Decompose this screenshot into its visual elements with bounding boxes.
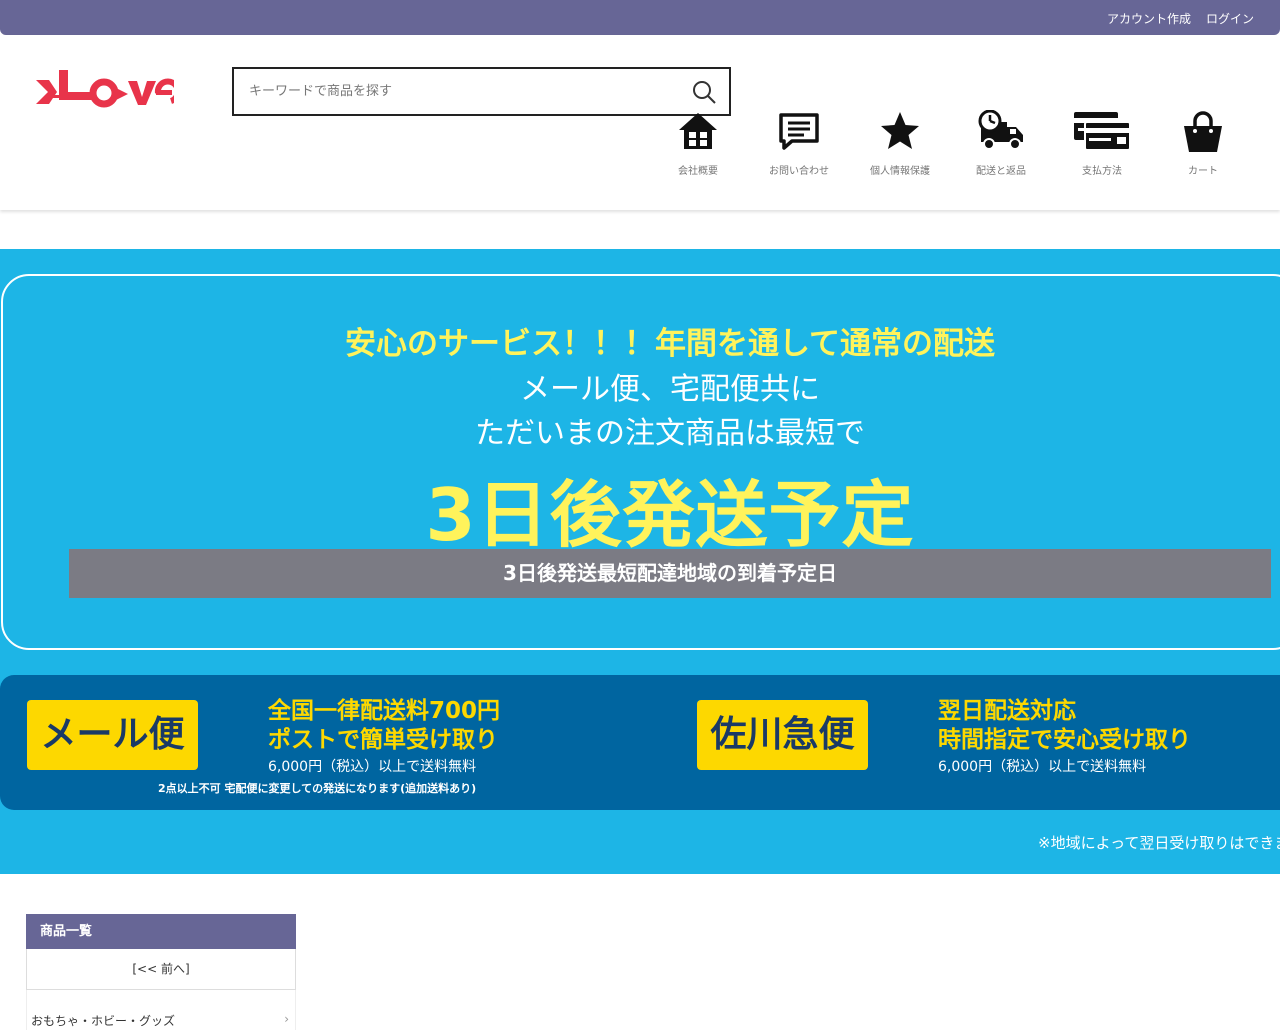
sidebar-prev-link[interactable]: [<< 前へ] bbox=[26, 949, 296, 990]
nav-contact[interactable]: お問い合わせ bbox=[759, 110, 839, 180]
mail-free-shipping-note: 6,000円（税込）以上で送料無料 bbox=[268, 759, 477, 775]
nav-company[interactable]: 会社概要 bbox=[658, 110, 738, 180]
search-box bbox=[232, 67, 731, 116]
truck-clock-icon bbox=[978, 110, 1023, 150]
create-account-link[interactable]: アカウント作成 bbox=[1107, 10, 1191, 27]
sidebar-item-toys-hobby[interactable]: おもちゃ・ホビー・グッズ › bbox=[26, 990, 296, 1030]
sidebar-item-label: おもちゃ・ホビー・グッズ bbox=[31, 1014, 176, 1028]
nav-company-label: 会社概要 bbox=[678, 166, 718, 177]
mail-title1: 全国一律配送料700円 bbox=[268, 698, 501, 724]
search-input[interactable] bbox=[234, 69, 674, 114]
sidebar-title: 商品一覧 bbox=[26, 914, 296, 949]
love-logo[interactable] bbox=[34, 67, 174, 117]
promo-line3: ただいまの注文商品は最短で bbox=[475, 416, 865, 451]
region-note-marquee: ※地域によって翌日受け取りはできません bbox=[1038, 834, 1280, 852]
site-header: 会社概要 お問い合わせ 個人情報保護 配送と返品 bbox=[0, 35, 1280, 210]
promo-line2: メール便、宅配便共に bbox=[520, 372, 820, 407]
delivery-date-bar[interactable]: 3日後発送最短配達地域の到着予定日 bbox=[69, 549, 1271, 598]
nav-cart-label: カート bbox=[1188, 166, 1218, 177]
nav-payment[interactable]: 支払方法 bbox=[1062, 110, 1142, 180]
sagawa-free-shipping-note: 6,000円（税込）以上で送料無料 bbox=[938, 759, 1147, 775]
mail-title2: ポストで簡単受け取り bbox=[268, 727, 498, 753]
login-link[interactable]: ログイン bbox=[1206, 10, 1254, 27]
nav-payment-label: 支払方法 bbox=[1082, 166, 1122, 177]
product-category-sidebar: 商品一覧 [<< 前へ] おもちゃ・ホビー・グッズ › bbox=[26, 914, 296, 1030]
message-icon bbox=[779, 113, 819, 150]
promo-big-text: 3日後発送予定 bbox=[425, 473, 915, 557]
sagawa-title1: 翌日配送対応 bbox=[938, 698, 1076, 724]
promo-headline: 安心のサービス！！！年間を通して通常の配送 bbox=[344, 326, 996, 362]
credit-card-icon bbox=[1074, 112, 1131, 151]
star-icon bbox=[881, 112, 919, 149]
shopping-bag-icon bbox=[1184, 111, 1222, 152]
top-bar: アカウント作成 ログイン bbox=[0, 0, 1280, 35]
sagawa-delivery-button[interactable]: 佐川急便 bbox=[697, 700, 868, 770]
mail-delivery-button[interactable]: メール便 bbox=[27, 700, 198, 770]
search-icon[interactable] bbox=[692, 80, 716, 104]
nav-privacy-label: 個人情報保護 bbox=[870, 166, 930, 177]
nav-cart[interactable]: カート bbox=[1163, 110, 1243, 180]
nav-contact-label: お問い合わせ bbox=[769, 166, 829, 177]
mail-warning-note: 2点以上不可 宅配便に変更しての発送になります(追加送料あり) bbox=[158, 782, 477, 795]
house-icon bbox=[679, 113, 717, 149]
nav-shipping[interactable]: 配送と返品 bbox=[961, 110, 1041, 180]
nav-shipping-label: 配送と返品 bbox=[976, 166, 1026, 177]
nav-privacy[interactable]: 個人情報保護 bbox=[860, 110, 940, 180]
sagawa-title2: 時間指定で安心受け取り bbox=[938, 727, 1191, 753]
